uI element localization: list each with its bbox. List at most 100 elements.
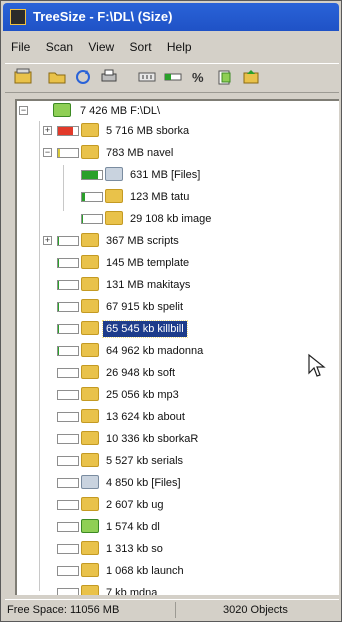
menu-sort[interactable]: Sort xyxy=(124,37,158,57)
size-bar-fill xyxy=(58,237,59,245)
tree-row-label: 783 MB navel xyxy=(106,147,174,159)
tree-row[interactable]: 67 915 kb spelit xyxy=(17,297,339,317)
tree-row[interactable]: 29 108 kb image xyxy=(17,209,339,229)
tree-row-label: 123 MB tatu xyxy=(130,191,190,203)
size-bar xyxy=(57,280,79,290)
size-bar xyxy=(57,566,79,576)
size-bar xyxy=(57,148,79,158)
size-bar-fill xyxy=(82,215,83,223)
treesize-app-icon[interactable] xyxy=(10,9,26,25)
size-bar xyxy=(57,522,79,532)
folder-tree[interactable]: − 7 426 MB F:\DL\ +5 716 MB sborka − 783 M… xyxy=(15,99,339,595)
collapse-icon[interactable]: − xyxy=(43,148,52,157)
export-icon[interactable] xyxy=(239,68,263,90)
size-bar xyxy=(57,126,79,136)
tree-row[interactable]: 10 336 kb sborkaR xyxy=(17,429,339,449)
tree-row-label: 131 MB makitays xyxy=(106,279,191,291)
tree-row[interactable]: − 783 MB navel xyxy=(17,143,339,163)
folder-icon xyxy=(81,299,99,313)
treesize-window: TreeSize - F:\DL\ (Size) File Scan View … xyxy=(0,0,342,622)
folder-icon xyxy=(81,123,99,137)
collapse-icon[interactable]: − xyxy=(19,106,28,115)
tree-row[interactable]: +367 MB scripts xyxy=(17,231,339,251)
folder-icon xyxy=(105,211,123,225)
tree-row-label: 7 kb mdna xyxy=(106,587,158,595)
folder-up-icon[interactable] xyxy=(11,68,35,90)
folder-icon xyxy=(81,145,99,159)
toolbar: % xyxy=(5,63,339,93)
tree-row[interactable]: +5 716 MB sborka xyxy=(17,121,339,141)
tree-row-label: 26 948 kb soft xyxy=(106,367,176,379)
size-bar-fill xyxy=(58,149,61,157)
folder-icon xyxy=(81,585,99,595)
size-bar xyxy=(81,170,103,180)
folder-icon xyxy=(81,365,99,379)
folder-icon xyxy=(81,233,99,247)
folder-icon xyxy=(81,541,99,555)
tree-row-label: 367 MB scripts xyxy=(106,235,179,247)
tree-row-label: 5 527 kb serials xyxy=(106,455,184,467)
tree-row-label: 65 545 kb killbill xyxy=(102,320,188,338)
tree-row[interactable]: 131 MB makitays xyxy=(17,275,339,295)
files-icon[interactable] xyxy=(213,68,237,90)
tree-row-label: 25 056 kb mp3 xyxy=(106,389,179,401)
menu-help[interactable]: Help xyxy=(161,37,198,57)
tree-root-label: 7 426 MB F:\DL\ xyxy=(80,105,161,117)
open-folder-icon[interactable] xyxy=(45,68,69,90)
tree-row-label: 1 574 kb dl xyxy=(106,521,160,533)
tree-row[interactable]: 4 850 kb [Files] xyxy=(17,473,339,493)
tree-row[interactable]: 145 MB template xyxy=(17,253,339,273)
size-bar xyxy=(57,456,79,466)
tree-row-label: 5 716 MB sborka xyxy=(106,125,190,137)
menu-scan[interactable]: Scan xyxy=(40,37,79,57)
tree-row-label: 13 624 kb about xyxy=(106,411,185,423)
expand-icon[interactable]: + xyxy=(43,236,52,245)
folder-icon xyxy=(81,563,99,577)
tree-row-label: 29 108 kb image xyxy=(130,213,212,225)
tree-row[interactable]: 631 MB [Files] xyxy=(17,165,339,185)
tree-row-label: 1 068 kb launch xyxy=(106,565,184,577)
size-bar xyxy=(57,302,79,312)
tree-row[interactable]: 7 kb mdna xyxy=(17,583,339,595)
tree-row-label: 145 MB template xyxy=(106,257,190,269)
size-bar xyxy=(57,588,79,595)
tree-row[interactable]: 13 624 kb about xyxy=(17,407,339,427)
tree-row[interactable]: 5 527 kb serials xyxy=(17,451,339,471)
size-bar-icon[interactable] xyxy=(161,68,185,90)
tree-row[interactable]: 123 MB tatu xyxy=(17,187,339,207)
object-count-status: 3020 Objects xyxy=(223,604,288,616)
bytes-icon[interactable] xyxy=(135,68,159,90)
tree-row[interactable]: 1 574 kb dl xyxy=(17,517,339,537)
size-bar xyxy=(57,390,79,400)
tree-row-label: 10 336 kb sborkaR xyxy=(106,433,199,445)
size-bar xyxy=(57,478,79,488)
tree-row[interactable]: 25 056 kb mp3 xyxy=(17,385,339,405)
tree-row[interactable]: 1 313 kb so xyxy=(17,539,339,559)
percent-icon[interactable]: % xyxy=(187,68,211,90)
refresh-icon[interactable] xyxy=(71,68,95,90)
folder-icon xyxy=(81,519,99,533)
expand-icon[interactable]: + xyxy=(43,126,52,135)
tree-row[interactable]: 64 962 kb madonna xyxy=(17,341,339,361)
title-bar[interactable]: TreeSize - F:\DL\ (Size) xyxy=(3,3,339,31)
tree-row[interactable]: 1 068 kb launch xyxy=(17,561,339,581)
window-title: TreeSize - F:\DL\ (Size) xyxy=(33,9,173,24)
folder-icon xyxy=(81,497,99,511)
tree-root[interactable]: − 7 426 MB F:\DL\ xyxy=(17,101,339,121)
tree-row[interactable]: 2 607 kb ug xyxy=(17,495,339,515)
tree-row-label: 631 MB [Files] xyxy=(130,169,201,181)
size-bar xyxy=(57,412,79,422)
tree-row[interactable]: 65 545 kb killbill xyxy=(17,319,339,339)
size-bar xyxy=(57,346,79,356)
menu-view[interactable]: View xyxy=(82,37,120,57)
size-bar xyxy=(57,236,79,246)
size-bar-fill xyxy=(82,171,99,179)
folder-icon xyxy=(81,321,99,335)
folder-icon xyxy=(81,255,99,269)
menu-file[interactable]: File xyxy=(5,37,36,57)
print-icon[interactable] xyxy=(97,68,121,90)
tree-row[interactable]: 26 948 kb soft xyxy=(17,363,339,383)
size-bar xyxy=(57,544,79,554)
size-bar xyxy=(57,434,79,444)
tree-row-label: 67 915 kb spelit xyxy=(106,301,184,313)
